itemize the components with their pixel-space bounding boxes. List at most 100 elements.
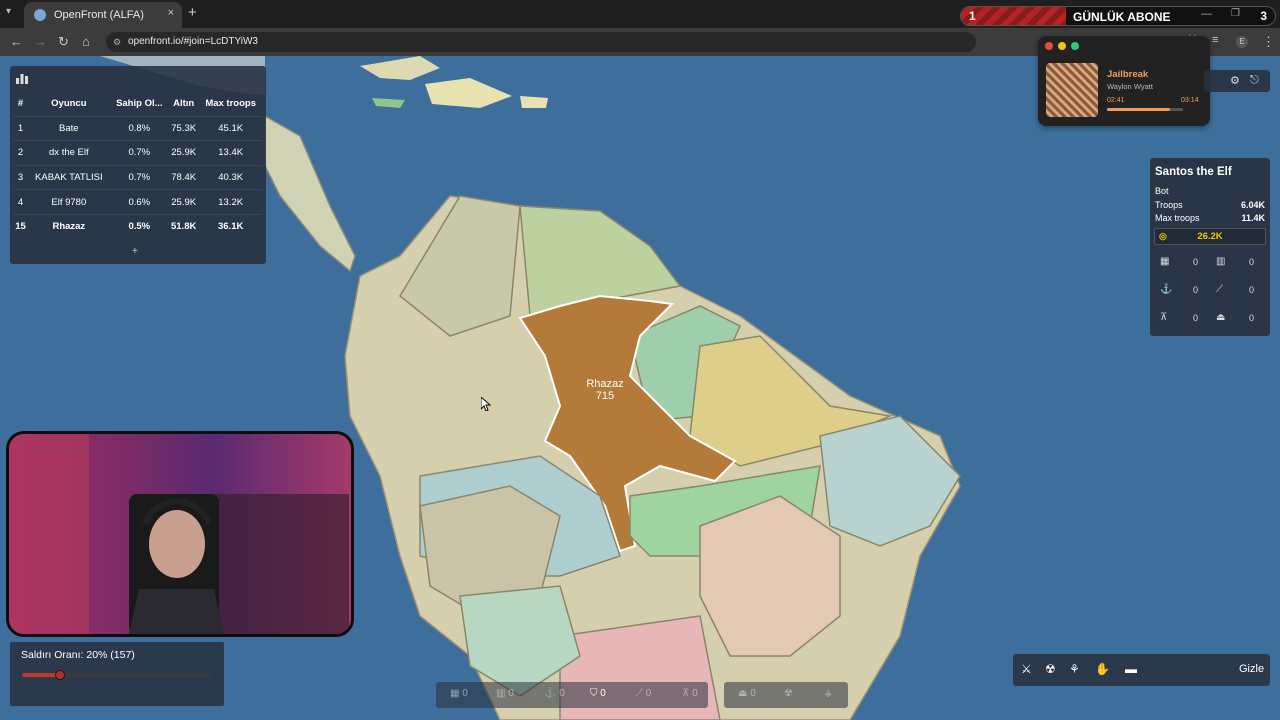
back-icon[interactable]: ← bbox=[10, 34, 23, 49]
troops-value: 6.04K bbox=[1240, 200, 1265, 210]
region-central-america bbox=[264, 114, 356, 273]
new-tab-button[interactable]: + bbox=[188, 4, 197, 21]
build-factory-button[interactable]: ▥ 0 bbox=[496, 688, 514, 699]
donate-icon[interactable]: ⚘ bbox=[1069, 662, 1080, 676]
alliance-handshake-icon[interactable]: ✋ bbox=[1095, 662, 1110, 676]
gold-coin-icon: ◎ bbox=[1159, 231, 1167, 241]
header-gold[interactable]: Altın bbox=[168, 92, 199, 116]
cell-rank: 1 bbox=[14, 115, 28, 141]
profile-avatar[interactable]: E bbox=[1236, 36, 1248, 48]
header-owned[interactable]: Sahip Ol... bbox=[111, 92, 168, 116]
expand-leaderboard-button[interactable]: + bbox=[132, 246, 138, 257]
cell-owned: 0.8% bbox=[110, 115, 168, 141]
cell-rank: 15 bbox=[14, 213, 28, 239]
defense-post-icon: ⊼ bbox=[1160, 312, 1168, 323]
building-count: 0 bbox=[1192, 257, 1198, 267]
island-hispaniola bbox=[425, 78, 512, 108]
build-warship-button[interactable]: ⏏ 0 bbox=[738, 688, 756, 699]
song-progress-fill bbox=[1107, 108, 1171, 111]
home-icon[interactable]: ⌂ bbox=[82, 34, 90, 49]
cell-rank: 3 bbox=[14, 164, 28, 190]
current-time: 02:41 bbox=[1107, 97, 1125, 104]
building-port: ⚓ 0 bbox=[1154, 282, 1206, 300]
subscriber-banner: 1 GÜNLÜK ABONE — ❐ 3 bbox=[960, 6, 1276, 26]
building-count: 0 bbox=[1192, 285, 1198, 295]
cell-owned: 0.6% bbox=[110, 189, 168, 215]
settings-icon[interactable]: ⚙ bbox=[1230, 74, 1240, 87]
maximize-icon[interactable]: ❐ bbox=[1231, 8, 1240, 19]
table-row[interactable]: 4 Elf 9780 0.6% 25.9K 13.2K bbox=[14, 189, 262, 215]
cell-owned: 0.7% bbox=[110, 164, 168, 190]
site-info-icon[interactable]: ⚙ bbox=[113, 32, 121, 52]
build-port-button[interactable]: ⚓ 0 bbox=[544, 688, 565, 699]
minimize-dot-icon[interactable] bbox=[1058, 42, 1066, 50]
banner-left-number: 1 bbox=[969, 9, 976, 23]
attack-ratio-label: Saldırı Oranı: 20% (157) bbox=[21, 649, 135, 661]
cell-gold: 78.4K bbox=[168, 164, 200, 190]
mouse-cursor-icon bbox=[481, 397, 491, 411]
building-city: ▦ 0 bbox=[1154, 254, 1206, 272]
exit-icon[interactable]: ⎋ bbox=[1250, 74, 1259, 87]
tab-search-icon[interactable]: ▾ bbox=[6, 6, 11, 17]
attack-ratio-slider[interactable] bbox=[22, 670, 212, 680]
gold-value: 26.2K bbox=[1197, 231, 1223, 242]
city-icon: ▦ bbox=[1160, 256, 1170, 267]
browser-tab[interactable]: OpenFront (ALFA) × bbox=[24, 2, 182, 28]
warship-icon: ⏏ bbox=[1216, 312, 1226, 323]
url-input[interactable]: ⚙ openfront.io/#join=LcDTYiW3 bbox=[106, 32, 976, 52]
build-defense-button[interactable]: ⛉ 0 bbox=[590, 688, 606, 699]
song-title: Jailbreak bbox=[1107, 69, 1149, 80]
table-row[interactable]: 1 Bate 0.8% 75.3K 45.1K bbox=[14, 115, 262, 141]
cell-max-troops: 36.1K bbox=[199, 213, 262, 239]
building-defense-post: ⊼ 0 bbox=[1154, 310, 1206, 328]
reading-list-icon[interactable]: ≡ bbox=[1212, 34, 1218, 46]
build-count: 0 bbox=[600, 688, 606, 699]
cell-max-troops: 13.2K bbox=[199, 189, 262, 215]
build-count: 0 bbox=[559, 688, 565, 699]
nuke-icon[interactable]: ☢ bbox=[1045, 662, 1056, 676]
player-info-panel: Santos the Elf Bot Troops 6.04K Max troo… bbox=[1150, 158, 1270, 336]
banner-stripe bbox=[961, 7, 1066, 25]
game-top-controls: ⚙ ⎋ bbox=[1204, 70, 1270, 92]
music-player-widget: Jailbreak Waylon Wyatt 02:41 03:14 bbox=[1038, 36, 1210, 126]
build-group-structures bbox=[436, 682, 708, 708]
cell-rank: 2 bbox=[14, 140, 28, 166]
gold-display: ◎ 26.2K bbox=[1154, 228, 1266, 245]
header-player[interactable]: Oyuncu bbox=[27, 92, 111, 116]
browser-menu-icon[interactable]: ⋮ bbox=[1262, 34, 1275, 50]
forward-icon[interactable]: → bbox=[34, 34, 47, 49]
header-rank[interactable]: # bbox=[14, 92, 27, 116]
cell-owned: 0.5% bbox=[110, 213, 168, 239]
building-warship: ⏏ 0 bbox=[1210, 310, 1262, 328]
hide-button[interactable]: Gizle bbox=[1239, 663, 1264, 675]
table-row[interactable]: 2 dx the Elf 0.7% 25.9K 13.4K bbox=[14, 140, 262, 166]
building-missile-silo: ⟋ 0 bbox=[1210, 282, 1262, 300]
song-progress-bar[interactable] bbox=[1107, 108, 1183, 111]
cell-gold: 25.9K bbox=[168, 140, 200, 166]
cell-max-troops: 13.4K bbox=[199, 140, 262, 166]
table-row-self[interactable]: 15 Rhazaz 0.5% 51.8K 36.1K bbox=[14, 213, 262, 239]
missile-silo-icon: ⟋ bbox=[1216, 284, 1223, 295]
build-city-button[interactable]: ▦ 0 bbox=[450, 688, 468, 699]
maximize-dot-icon[interactable] bbox=[1071, 42, 1079, 50]
chat-icon[interactable]: ▬ bbox=[1125, 662, 1137, 676]
attack-ratio-handle[interactable] bbox=[55, 670, 65, 680]
troops-label: Troops bbox=[1155, 200, 1183, 210]
reload-icon[interactable]: ↻ bbox=[58, 34, 69, 50]
minimize-icon[interactable]: — bbox=[1201, 8, 1212, 20]
tab-close-icon[interactable]: × bbox=[168, 7, 174, 19]
attack-sword-icon[interactable]: ⚔ bbox=[1021, 662, 1032, 676]
album-art bbox=[1046, 63, 1098, 117]
cell-player: Rhazaz bbox=[27, 213, 111, 239]
table-row[interactable]: 3 KABAK TATLISI 0.7% 78.4K 40.3K bbox=[14, 164, 262, 190]
mirv-icon[interactable]: ⚶ bbox=[824, 688, 833, 699]
close-dot-icon[interactable] bbox=[1045, 42, 1053, 50]
bar-chart-icon[interactable] bbox=[16, 72, 28, 84]
atom-bomb-icon[interactable]: ☢ bbox=[784, 688, 793, 699]
building-count: 0 bbox=[1248, 257, 1254, 267]
build-missile-silo-button[interactable]: ⟋ 0 bbox=[636, 688, 651, 699]
header-max-troops[interactable]: Max troops bbox=[199, 92, 262, 116]
cell-gold: 75.3K bbox=[168, 115, 200, 141]
total-time: 03:14 bbox=[1181, 97, 1199, 104]
build-sam-button[interactable]: ⊼ 0 bbox=[682, 688, 698, 699]
